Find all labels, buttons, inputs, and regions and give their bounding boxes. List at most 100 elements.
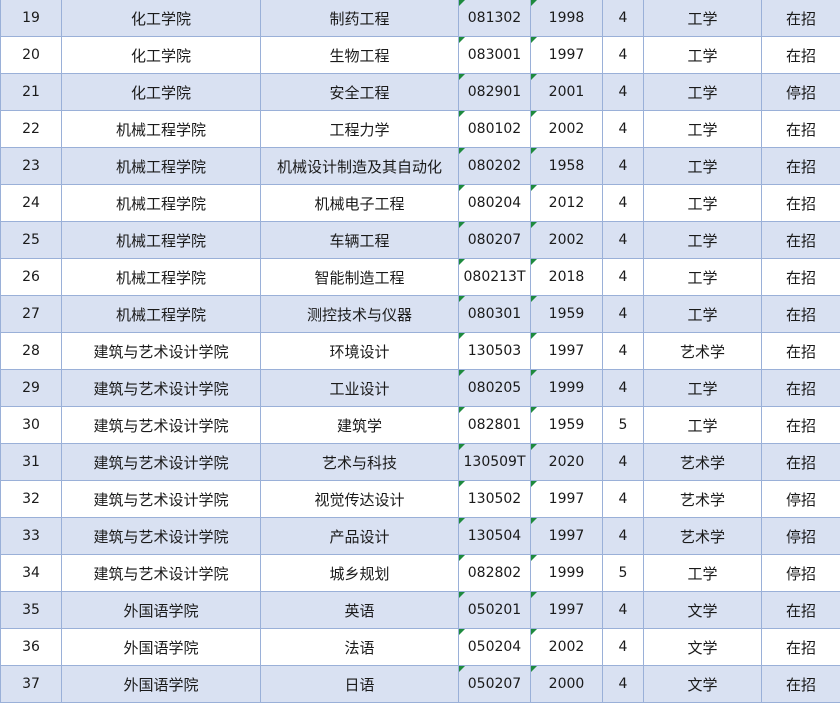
cell-enrollment-status[interactable]: 在招 — [761, 443, 840, 481]
cell-college[interactable]: 建筑与艺术设计学院 — [61, 480, 261, 518]
cell-row-number[interactable]: 32 — [0, 480, 62, 518]
cell-duration[interactable]: 4 — [602, 36, 644, 74]
cell-enrollment-status[interactable]: 在招 — [761, 147, 840, 185]
cell-founded-year[interactable]: 1999 — [530, 554, 603, 592]
cell-major[interactable]: 安全工程 — [260, 73, 459, 111]
cell-major[interactable]: 日语 — [260, 665, 459, 703]
cell-major-code[interactable]: 080205 — [458, 369, 531, 407]
cell-duration[interactable]: 4 — [602, 591, 644, 629]
cell-duration[interactable]: 4 — [602, 295, 644, 333]
cell-duration[interactable]: 5 — [602, 554, 644, 592]
cell-row-number[interactable]: 33 — [0, 517, 62, 555]
cell-founded-year[interactable]: 1999 — [530, 369, 603, 407]
cell-duration[interactable]: 4 — [602, 443, 644, 481]
cell-duration[interactable]: 4 — [602, 665, 644, 703]
cell-degree[interactable]: 工学 — [643, 110, 762, 148]
cell-major[interactable]: 智能制造工程 — [260, 258, 459, 296]
cell-enrollment-status[interactable]: 在招 — [761, 36, 840, 74]
cell-major-code[interactable]: 080301 — [458, 295, 531, 333]
cell-row-number[interactable]: 19 — [0, 0, 62, 37]
cell-college[interactable]: 机械工程学院 — [61, 221, 261, 259]
cell-major[interactable]: 工程力学 — [260, 110, 459, 148]
cell-duration[interactable]: 4 — [602, 369, 644, 407]
cell-founded-year[interactable]: 2020 — [530, 443, 603, 481]
cell-duration[interactable]: 4 — [602, 73, 644, 111]
cell-major[interactable]: 测控技术与仪器 — [260, 295, 459, 333]
cell-degree[interactable]: 文学 — [643, 665, 762, 703]
cell-major-code[interactable]: 080202 — [458, 147, 531, 185]
cell-college[interactable]: 建筑与艺术设计学院 — [61, 554, 261, 592]
cell-founded-year[interactable]: 2002 — [530, 110, 603, 148]
cell-enrollment-status[interactable]: 在招 — [761, 628, 840, 666]
cell-major-code[interactable]: 130502 — [458, 480, 531, 518]
cell-duration[interactable]: 4 — [602, 258, 644, 296]
cell-enrollment-status[interactable]: 在招 — [761, 295, 840, 333]
cell-founded-year[interactable]: 2001 — [530, 73, 603, 111]
cell-major[interactable]: 建筑学 — [260, 406, 459, 444]
cell-duration[interactable]: 5 — [602, 406, 644, 444]
cell-duration[interactable]: 4 — [602, 110, 644, 148]
cell-enrollment-status[interactable]: 在招 — [761, 665, 840, 703]
cell-row-number[interactable]: 22 — [0, 110, 62, 148]
cell-major-code[interactable]: 080204 — [458, 184, 531, 222]
cell-major-code[interactable]: 082901 — [458, 73, 531, 111]
cell-degree[interactable]: 艺术学 — [643, 443, 762, 481]
cell-degree[interactable]: 文学 — [643, 628, 762, 666]
cell-enrollment-status[interactable]: 在招 — [761, 258, 840, 296]
cell-college[interactable]: 建筑与艺术设计学院 — [61, 443, 261, 481]
cell-founded-year[interactable]: 1998 — [530, 0, 603, 37]
cell-major-code[interactable]: 050204 — [458, 628, 531, 666]
cell-degree[interactable]: 工学 — [643, 258, 762, 296]
cell-duration[interactable]: 4 — [602, 517, 644, 555]
cell-major-code[interactable]: 130503 — [458, 332, 531, 370]
cell-founded-year[interactable]: 1959 — [530, 295, 603, 333]
cell-row-number[interactable]: 35 — [0, 591, 62, 629]
cell-college[interactable]: 机械工程学院 — [61, 147, 261, 185]
cell-degree[interactable]: 艺术学 — [643, 332, 762, 370]
cell-degree[interactable]: 工学 — [643, 221, 762, 259]
cell-enrollment-status[interactable]: 在招 — [761, 0, 840, 37]
cell-duration[interactable]: 4 — [602, 184, 644, 222]
cell-enrollment-status[interactable]: 在招 — [761, 332, 840, 370]
cell-enrollment-status[interactable]: 在招 — [761, 110, 840, 148]
cell-founded-year[interactable]: 2018 — [530, 258, 603, 296]
cell-enrollment-status[interactable]: 在招 — [761, 184, 840, 222]
cell-degree[interactable]: 工学 — [643, 36, 762, 74]
cell-college[interactable]: 外国语学院 — [61, 591, 261, 629]
cell-enrollment-status[interactable]: 在招 — [761, 406, 840, 444]
cell-college[interactable]: 建筑与艺术设计学院 — [61, 406, 261, 444]
cell-major[interactable]: 艺术与科技 — [260, 443, 459, 481]
cell-founded-year[interactable]: 1958 — [530, 147, 603, 185]
cell-major-code[interactable]: 083001 — [458, 36, 531, 74]
cell-college[interactable]: 机械工程学院 — [61, 184, 261, 222]
cell-row-number[interactable]: 31 — [0, 443, 62, 481]
cell-degree[interactable]: 工学 — [643, 554, 762, 592]
cell-enrollment-status[interactable]: 停招 — [761, 480, 840, 518]
cell-row-number[interactable]: 24 — [0, 184, 62, 222]
cell-degree[interactable]: 工学 — [643, 0, 762, 37]
cell-enrollment-status[interactable]: 在招 — [761, 221, 840, 259]
cell-degree[interactable]: 工学 — [643, 369, 762, 407]
cell-degree[interactable]: 工学 — [643, 295, 762, 333]
cell-college[interactable]: 机械工程学院 — [61, 258, 261, 296]
cell-row-number[interactable]: 28 — [0, 332, 62, 370]
cell-enrollment-status[interactable]: 在招 — [761, 591, 840, 629]
cell-founded-year[interactable]: 2002 — [530, 221, 603, 259]
cell-founded-year[interactable]: 1997 — [530, 36, 603, 74]
cell-major-code[interactable]: 081302 — [458, 0, 531, 37]
cell-duration[interactable]: 4 — [602, 147, 644, 185]
cell-major[interactable]: 法语 — [260, 628, 459, 666]
cell-college[interactable]: 建筑与艺术设计学院 — [61, 369, 261, 407]
cell-degree[interactable]: 工学 — [643, 184, 762, 222]
cell-degree[interactable]: 艺术学 — [643, 480, 762, 518]
cell-row-number[interactable]: 26 — [0, 258, 62, 296]
cell-founded-year[interactable]: 1997 — [530, 480, 603, 518]
cell-major-code[interactable]: 082801 — [458, 406, 531, 444]
cell-college[interactable]: 化工学院 — [61, 36, 261, 74]
cell-row-number[interactable]: 23 — [0, 147, 62, 185]
cell-college[interactable]: 外国语学院 — [61, 628, 261, 666]
cell-founded-year[interactable]: 1997 — [530, 591, 603, 629]
cell-duration[interactable]: 4 — [602, 480, 644, 518]
cell-degree[interactable]: 工学 — [643, 406, 762, 444]
cell-major[interactable]: 产品设计 — [260, 517, 459, 555]
